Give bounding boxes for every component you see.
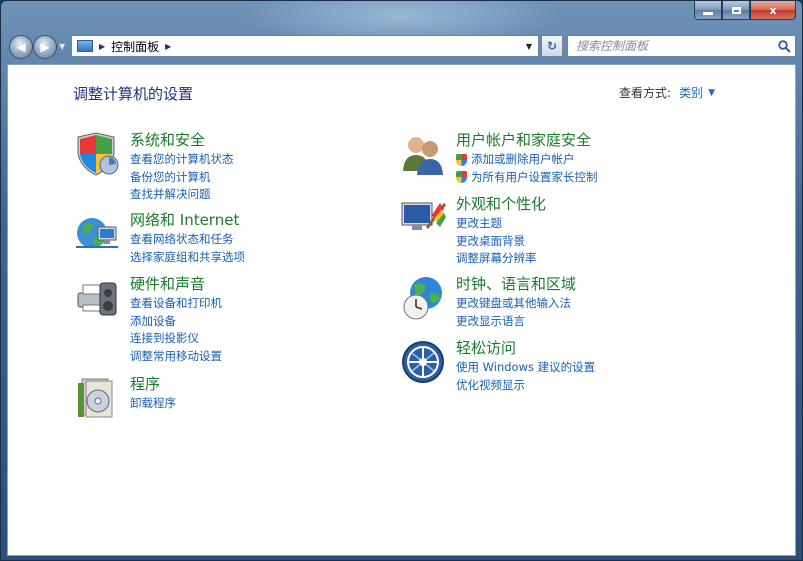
category-title[interactable]: 时钟、语言和区域 (456, 275, 576, 293)
back-button[interactable]: ◀ (9, 35, 33, 59)
view-by-dropdown[interactable]: 类别 (679, 84, 703, 101)
category-link-label: 为所有用户设置家长控制 (471, 169, 598, 184)
category-link[interactable]: 查看设备和打印机 (130, 295, 222, 313)
category-link[interactable]: 选择家庭组和共享选项 (130, 249, 245, 267)
category-title[interactable]: 轻松访问 (456, 339, 595, 357)
page-title: 调整计算机的设置 (73, 85, 194, 103)
category-link[interactable]: 查看您的计算机状态 (130, 151, 234, 169)
category-link[interactable]: 使用 Windows 建议的设置 (456, 359, 595, 377)
category-title[interactable]: 外观和个性化 (456, 195, 546, 213)
category-title[interactable]: 用户帐户和家庭安全 (456, 131, 598, 149)
category-programs: 程序 卸载程序 (74, 375, 176, 421)
category-title[interactable]: 程序 (130, 375, 176, 393)
users-icon[interactable] (400, 131, 446, 177)
category-link[interactable]: 调整屏幕分辨率 (456, 250, 546, 268)
category-hardware-sound: 硬件和声音 查看设备和打印机 添加设备 连接到投影仪 调整常用移动设置 (74, 275, 222, 365)
category-title[interactable]: 网络和 Internet (130, 211, 245, 229)
uac-shield-icon (456, 153, 467, 166)
category-link[interactable]: 卸载程序 (130, 395, 176, 413)
category-ease-of-access: 轻松访问 使用 Windows 建议的设置 优化视频显示 (400, 339, 595, 394)
control-panel-window: x ◀ ▶ ▼ ▶ 控制面板 ▶ ▼ ↻ 调整计算机的设置 查看方式: 类别 ▼ (0, 0, 803, 561)
programs-icon[interactable] (74, 375, 120, 421)
refresh-button[interactable]: ↻ (541, 35, 563, 57)
main-content: 调整计算机的设置 查看方式: 类别 ▼ 系统和安全 查看您的计算机状态 备份您的… (7, 64, 796, 556)
category-link[interactable]: 添加或删除用户帐户 (456, 151, 598, 169)
category-link[interactable]: 更改桌面背景 (456, 233, 546, 251)
category-link[interactable]: 添加设备 (130, 313, 222, 331)
chevron-right-icon[interactable]: ▶ (99, 42, 105, 51)
search-input[interactable] (568, 38, 773, 54)
search-box[interactable] (567, 35, 796, 57)
window-controls: x (694, 1, 796, 20)
breadcrumb-control-panel[interactable]: 控制面板 (111, 38, 159, 55)
maximize-icon (731, 6, 741, 14)
navigation-bar: ◀ ▶ ▼ ▶ 控制面板 ▶ ▼ ↻ (7, 33, 796, 59)
recent-pages-dropdown[interactable]: ▼ (59, 42, 65, 51)
maximize-button[interactable] (722, 1, 750, 20)
ease-of-access-icon[interactable] (400, 339, 446, 385)
address-dropdown-icon[interactable]: ▼ (526, 42, 532, 51)
category-title[interactable]: 硬件和声音 (130, 275, 222, 293)
minimize-button[interactable] (694, 1, 722, 20)
forward-arrow-icon: ▶ (40, 40, 50, 54)
category-link[interactable]: 更改键盘或其他输入法 (456, 295, 576, 313)
chevron-down-icon[interactable]: ▼ (708, 88, 715, 98)
category-title[interactable]: 系统和安全 (130, 131, 234, 149)
network-icon[interactable] (74, 211, 120, 257)
category-user-accounts: 用户帐户和家庭安全 添加或删除用户帐户 为所有用户设置家长控制 (400, 131, 598, 186)
control-panel-icon (77, 40, 93, 52)
category-link[interactable]: 查找并解决问题 (130, 186, 234, 204)
search-icon[interactable] (773, 39, 795, 53)
category-link[interactable]: 调整常用移动设置 (130, 348, 222, 366)
category-link[interactable]: 更改主题 (456, 215, 546, 233)
category-link[interactable]: 备份您的计算机 (130, 169, 234, 187)
chevron-right-icon[interactable]: ▶ (165, 42, 171, 51)
category-system-security: 系统和安全 查看您的计算机状态 备份您的计算机 查找并解决问题 (74, 131, 234, 204)
category-link[interactable]: 更改显示语言 (456, 313, 576, 331)
appearance-icon[interactable] (400, 195, 446, 241)
refresh-icon: ↻ (546, 39, 558, 53)
back-arrow-icon: ◀ (16, 40, 26, 54)
close-icon: x (769, 3, 777, 17)
forward-button[interactable]: ▶ (33, 35, 57, 59)
minimize-icon (703, 11, 713, 15)
category-network-internet: 网络和 Internet 查看网络状态和任务 选择家庭组和共享选项 (74, 211, 245, 266)
category-link[interactable]: 优化视频显示 (456, 377, 595, 395)
category-link[interactable]: 查看网络状态和任务 (130, 231, 245, 249)
address-bar[interactable]: ▶ 控制面板 ▶ ▼ (71, 35, 539, 57)
category-appearance: 外观和个性化 更改主题 更改桌面背景 调整屏幕分辨率 (400, 195, 546, 268)
category-clock-language-region: 时钟、语言和区域 更改键盘或其他输入法 更改显示语言 (400, 275, 576, 330)
printer-icon[interactable] (74, 275, 120, 321)
category-link-label: 添加或删除用户帐户 (471, 152, 575, 166)
close-button[interactable]: x (750, 1, 796, 20)
view-by-label: 查看方式: (619, 86, 672, 100)
category-link[interactable]: 连接到投影仪 (130, 330, 222, 348)
clock-globe-icon[interactable] (400, 275, 446, 321)
shield-icon[interactable] (74, 131, 120, 177)
category-link[interactable]: 为所有用户设置家长控制 (456, 169, 598, 187)
uac-shield-icon (456, 171, 467, 184)
view-by: 查看方式: 类别 ▼ (619, 84, 715, 101)
